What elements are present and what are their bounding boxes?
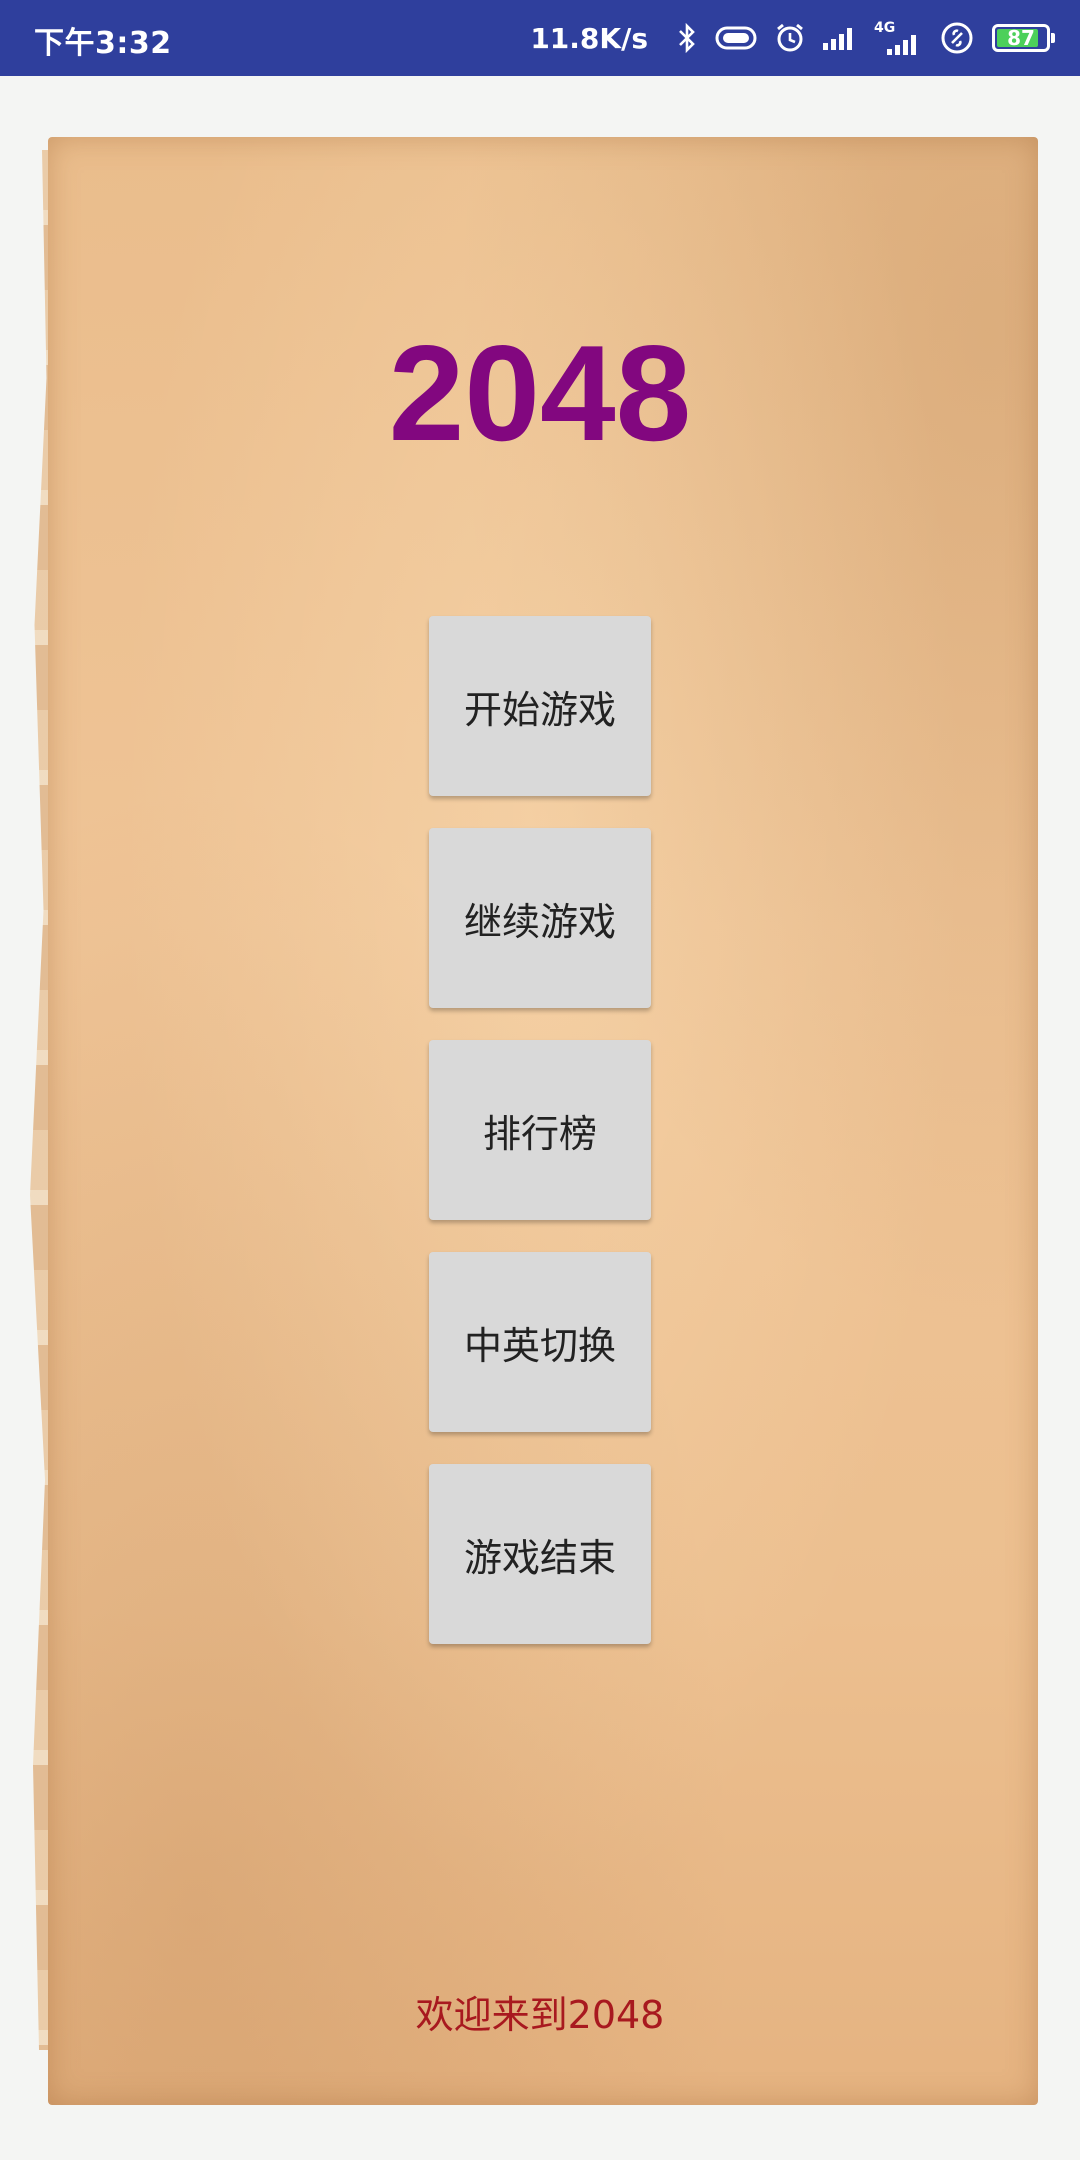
network-speed: 11.8K/s [530, 21, 648, 55]
status-bar: 下午3:32 11.8K/s 4G 87 [0, 0, 1080, 76]
bluetooth-icon [676, 23, 698, 53]
vibrate-icon [714, 24, 758, 52]
continue-game-button[interactable]: 继续游戏 [429, 828, 651, 1008]
battery-level: 87 [1007, 26, 1035, 50]
leaderboard-button[interactable]: 排行榜 [429, 1040, 651, 1220]
battery-icon: 87 [992, 24, 1055, 52]
signal-4g-icon: 4G [874, 18, 924, 58]
language-switch-button[interactable]: 中英切换 [429, 1252, 651, 1432]
game-title: 2048 [388, 317, 692, 469]
start-game-button[interactable]: 开始游戏 [429, 616, 651, 796]
welcome-text: 欢迎来到2048 [415, 1993, 665, 2037]
hotspot-icon [940, 21, 974, 55]
status-icons: 11.8K/s 4G 87 [530, 14, 1055, 62]
end-game-button[interactable]: 游戏结束 [429, 1464, 651, 1644]
signal-icon [822, 25, 858, 51]
alarm-icon [774, 22, 806, 54]
status-time: 下午3:32 [34, 26, 172, 61]
